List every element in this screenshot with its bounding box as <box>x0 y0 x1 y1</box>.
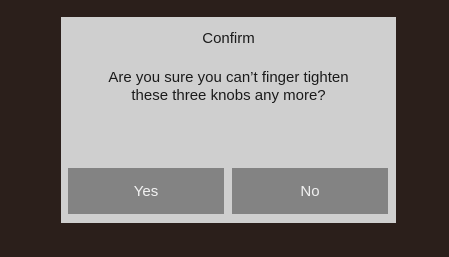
dialog-title: Confirm <box>202 30 255 47</box>
screen-background: Confirm Are you sure you can’t finger ti… <box>0 0 449 257</box>
no-button[interactable]: No <box>232 168 388 214</box>
yes-button[interactable]: Yes <box>68 168 224 214</box>
confirm-dialog: Confirm Are you sure you can’t finger ti… <box>61 17 396 223</box>
dialog-message: Are you sure you can’t finger tighten th… <box>108 69 349 104</box>
